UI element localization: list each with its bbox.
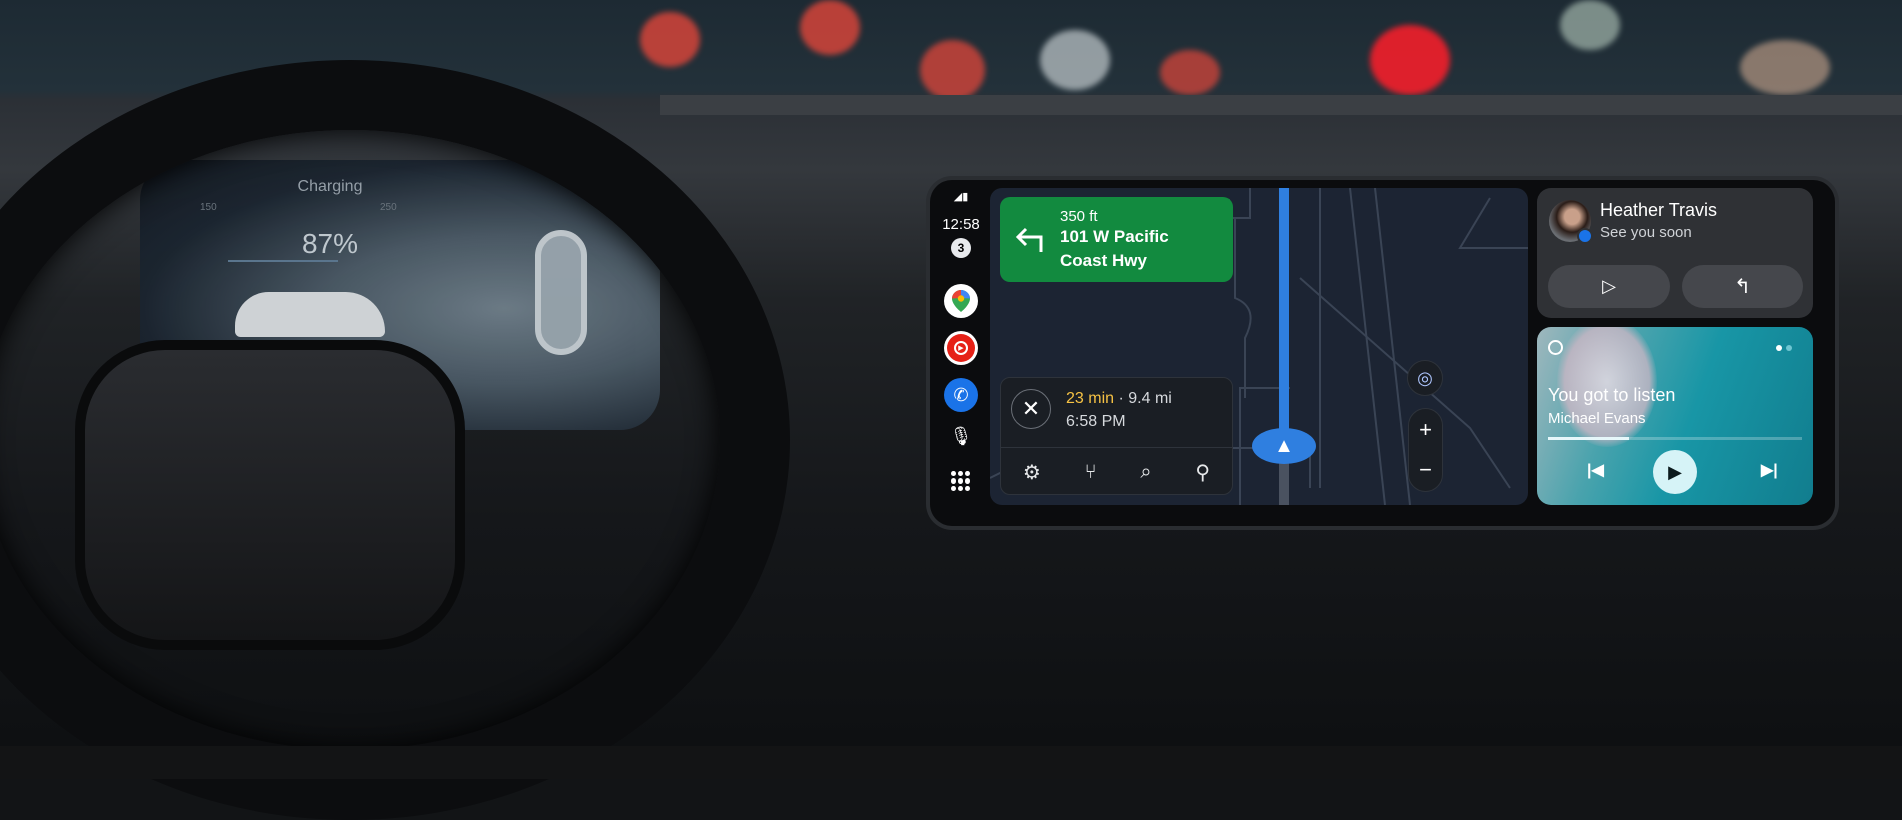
maps-icon[interactable] bbox=[944, 284, 978, 318]
message-preview: See you soon bbox=[1600, 224, 1692, 241]
route-options-icon[interactable]: ⑂ bbox=[1085, 461, 1097, 484]
separator: · bbox=[1114, 390, 1129, 407]
turn-distance: 350 ft bbox=[1060, 208, 1098, 225]
zoom-in-button[interactable]: + bbox=[1409, 409, 1442, 451]
search-icon[interactable]: ⌕ bbox=[1140, 461, 1151, 484]
media-card[interactable]: You got to listen Michael Evans |◀ ▶ ▶| bbox=[1537, 327, 1813, 505]
phone-icon[interactable]: ✆ bbox=[944, 378, 978, 412]
recenter-button[interactable]: ◎ bbox=[1407, 360, 1443, 396]
locate-icon: ◎ bbox=[1417, 367, 1433, 388]
progress-bar[interactable] bbox=[1548, 437, 1802, 440]
app-rail: ◢▮ 12:58 3 ▶ ✆ 🎙︎ bbox=[940, 188, 982, 505]
zoom-out-button[interactable]: − bbox=[1409, 451, 1442, 493]
app-launcher-icon[interactable] bbox=[951, 471, 971, 491]
play-message-button[interactable]: ▷ bbox=[1548, 265, 1670, 308]
bottom-bar bbox=[0, 746, 1902, 779]
trip-info-card: ✕ 23 min · 9.4 mi 6:58 PM ⚙ ⑂ ⌕ ⚲ bbox=[1000, 377, 1233, 495]
sender-name: Heather Travis bbox=[1600, 200, 1718, 220]
location-pin-icon[interactable]: ⚲ bbox=[1195, 460, 1210, 485]
clock: 12:58 bbox=[942, 216, 980, 233]
next-track-button[interactable]: ▶| bbox=[1761, 460, 1778, 480]
page-dot bbox=[1786, 345, 1792, 351]
current-location-arrow-icon: ▲ bbox=[1252, 428, 1316, 464]
steering-wheel-hub bbox=[75, 340, 465, 650]
youtube-music-icon[interactable]: ▶ bbox=[944, 331, 978, 365]
divider bbox=[1001, 447, 1232, 448]
arrival-time: 6:58 PM bbox=[1066, 413, 1126, 430]
message-card[interactable]: Heather Travis See you soon ▷ ↰ bbox=[1537, 188, 1813, 318]
play-button[interactable]: ▶ bbox=[1653, 450, 1697, 494]
reply-button[interactable]: ↰ bbox=[1682, 265, 1803, 308]
street-name-line2: Coast Hwy bbox=[1060, 251, 1147, 270]
reply-icon: ↰ bbox=[1734, 276, 1751, 298]
end-navigation-button[interactable]: ✕ bbox=[1011, 389, 1051, 429]
play-outline-icon: ▷ bbox=[1602, 276, 1616, 296]
message-app-icon bbox=[1577, 228, 1593, 244]
previous-track-button[interactable]: |◀ bbox=[1587, 460, 1604, 480]
track-title: You got to listen bbox=[1548, 385, 1676, 405]
progress-fill bbox=[1548, 437, 1630, 440]
turn-instruction-card[interactable]: 350 ft 101 W Pacific Coast Hwy bbox=[1000, 197, 1233, 282]
play-icon: ▶ bbox=[1668, 462, 1682, 482]
notification-badge[interactable]: 3 bbox=[951, 238, 971, 258]
signal-battery-icon: ◢▮ bbox=[953, 191, 969, 203]
eta-duration: 23 min bbox=[1066, 390, 1115, 407]
settings-icon[interactable]: ⚙ bbox=[1023, 460, 1041, 485]
zoom-controls: + − bbox=[1408, 408, 1443, 492]
turn-left-icon bbox=[1015, 227, 1043, 252]
youtube-music-icon bbox=[1548, 340, 1563, 355]
trip-distance: 9.4 mi bbox=[1128, 390, 1172, 407]
street-name-line1: 101 W Pacific bbox=[1060, 227, 1169, 246]
microphone-icon[interactable]: 🎙︎ bbox=[940, 426, 982, 447]
close-icon: ✕ bbox=[1021, 396, 1041, 421]
page-dot-active bbox=[1776, 345, 1782, 351]
track-artist: Michael Evans bbox=[1548, 410, 1646, 427]
